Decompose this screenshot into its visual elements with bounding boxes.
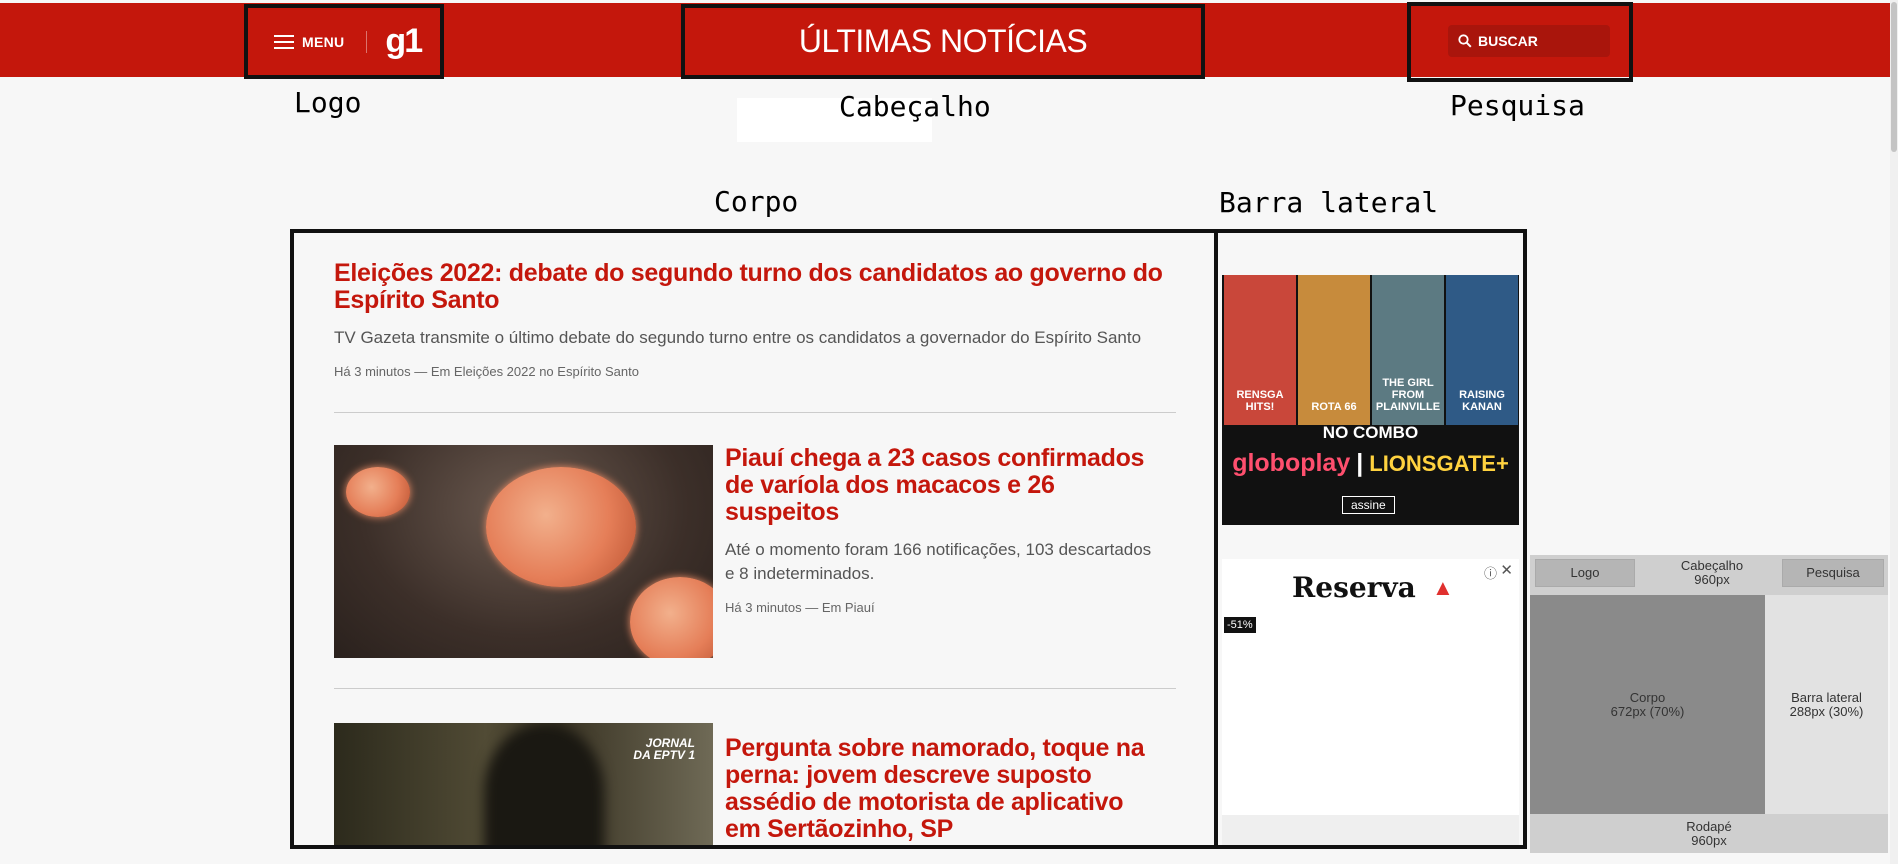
logo-region: MENU g1: [244, 4, 444, 79]
poster-label: ROTA 66: [1311, 401, 1357, 413]
article-meta: Há 3 minutos — Em Piauí: [725, 600, 875, 615]
search-button[interactable]: BUSCAR: [1448, 25, 1610, 57]
page-scrollbar[interactable]: [1890, 0, 1898, 864]
feed-item[interactable]: Eleições 2022: debate do segundo turno d…: [334, 260, 1176, 380]
info-icon[interactable]: ⓘ: [1484, 563, 1497, 582]
assine-button[interactable]: assine: [1342, 496, 1395, 514]
search-label: BUSCAR: [1478, 33, 1538, 49]
search-region: BUSCAR: [1407, 2, 1633, 82]
annotation-corpo: Corpo: [714, 185, 799, 218]
poster-label: RAISING KANAN: [1459, 389, 1505, 413]
ad-poster: RENSGA HITS!: [1224, 275, 1296, 425]
diagram-search: Pesquisa: [1782, 559, 1884, 587]
article-headline[interactable]: Piauí chega a 23 casos confirmados de va…: [725, 445, 1165, 526]
diagram-header-label: Cabeçalho: [1680, 558, 1744, 573]
ad-poster: ROTA 66: [1298, 275, 1370, 425]
diagram-sidebar: Barra lateral 288px (30%): [1765, 595, 1888, 814]
g1-logo[interactable]: g1: [385, 22, 423, 61]
diagram-logo: Logo: [1535, 559, 1635, 587]
ad-brands: globoplay | LIONSGATE+: [1222, 449, 1519, 478]
article-headline[interactable]: Eleições 2022: debate do segundo turno d…: [334, 260, 1176, 314]
ad-poster: RAISING KANAN: [1446, 275, 1518, 425]
eptv-badge: JORNAL DA EPTV 1: [633, 737, 695, 761]
diagram-footer-label: Rodapé: [1686, 818, 1732, 834]
brand-separator: |: [1356, 449, 1364, 477]
header-divider: [366, 30, 368, 53]
article-meta: Há 3 minutos — Em Eleições 2022 no Espír…: [334, 364, 639, 379]
diagram-logo-label: Logo: [1570, 565, 1600, 580]
annotation-logo: Logo: [294, 86, 362, 119]
brand-lionsgate: LIONSGATE+: [1369, 451, 1509, 476]
bird-icon: ▲: [1432, 575, 1454, 600]
diagram-sidebar-width: 288px (30%): [1789, 703, 1864, 719]
diagram-search-label: Pesquisa: [1806, 565, 1860, 580]
diagram-header: Cabeçalho 960px: [1642, 555, 1782, 591]
feed-item[interactable]: Piauí chega a 23 casos confirmados de va…: [725, 445, 1165, 616]
diagram-header-width: 960px: [1694, 572, 1730, 587]
virus-particle: [486, 467, 636, 587]
blurred-person-image: [484, 723, 604, 845]
eptv-badge-line2: DA EPTV 1: [633, 748, 695, 762]
virus-particle: [630, 577, 713, 658]
article-summary: TV Gazeta transmite o último debate do s…: [334, 328, 1142, 347]
diagram-footer: Rodapé 960px: [1530, 814, 1888, 853]
ad-combo-label: NO COMBO: [1322, 423, 1419, 442]
virus-particle: [346, 467, 410, 517]
layout-diagram: Logo Cabeçalho 960px Pesquisa Corpo 672p…: [1530, 555, 1888, 853]
annotation-barra-lateral: Barra lateral: [1219, 186, 1439, 219]
header-title-region: ÚLTIMAS NOTÍCIAS: [681, 4, 1205, 79]
diagram-sidebar-label: Barra lateral: [1791, 689, 1862, 705]
diagram-footer-width: 960px: [1691, 832, 1727, 848]
article-thumbnail[interactable]: JORNAL DA EPTV 1: [334, 723, 713, 845]
brand-globoplay: globoplay: [1232, 449, 1351, 477]
article-thumbnail[interactable]: [334, 445, 713, 658]
page-title: ÚLTIMAS NOTÍCIAS: [798, 23, 1088, 59]
scrollbar-thumb[interactable]: [1891, 2, 1897, 152]
reserva-logo: Reserva: [1292, 571, 1416, 604]
feed-item[interactable]: Pergunta sobre namorado, toque na perna:…: [725, 735, 1165, 843]
annotation-cabecalho: Cabeçalho: [839, 90, 991, 123]
article-summary: Até o momento foram 166 notificações, 10…: [725, 540, 1152, 583]
poster-label: RENSGA HITS!: [1236, 389, 1284, 413]
discount-badge: -51%: [1224, 617, 1256, 633]
poster-label: THE GIRL FROM PLAINVILLE: [1375, 377, 1441, 413]
menu-button[interactable]: MENU: [302, 34, 344, 50]
annotation-pesquisa: Pesquisa: [1450, 89, 1585, 122]
retail-ad-banner[interactable]: ⓘ ✕ Reserva ▲ -51%: [1222, 559, 1519, 845]
diagram-body: Corpo 672px (70%): [1530, 595, 1765, 814]
ad-poster: THE GIRL FROM PLAINVILLE: [1372, 275, 1444, 425]
sidebar: RENSGA HITS! ROTA 66 THE GIRL FROM PLAIN…: [1214, 229, 1527, 849]
hamburger-menu-icon[interactable]: [274, 34, 294, 49]
feed-divider: [334, 412, 1176, 413]
feed-divider: [334, 688, 1176, 689]
streaming-ad-banner[interactable]: RENSGA HITS! ROTA 66 THE GIRL FROM PLAIN…: [1222, 275, 1519, 525]
main-feed: Eleições 2022: debate do segundo turno d…: [290, 229, 1218, 849]
article-headline[interactable]: Pergunta sobre namorado, toque na perna:…: [725, 735, 1165, 843]
ad-product-strip: [1222, 815, 1519, 845]
diagram-body-width: 672px (70%): [1610, 703, 1685, 719]
search-icon: [1458, 34, 1472, 48]
diagram-body-label: Corpo: [1629, 689, 1666, 705]
close-icon[interactable]: ✕: [1500, 561, 1513, 579]
